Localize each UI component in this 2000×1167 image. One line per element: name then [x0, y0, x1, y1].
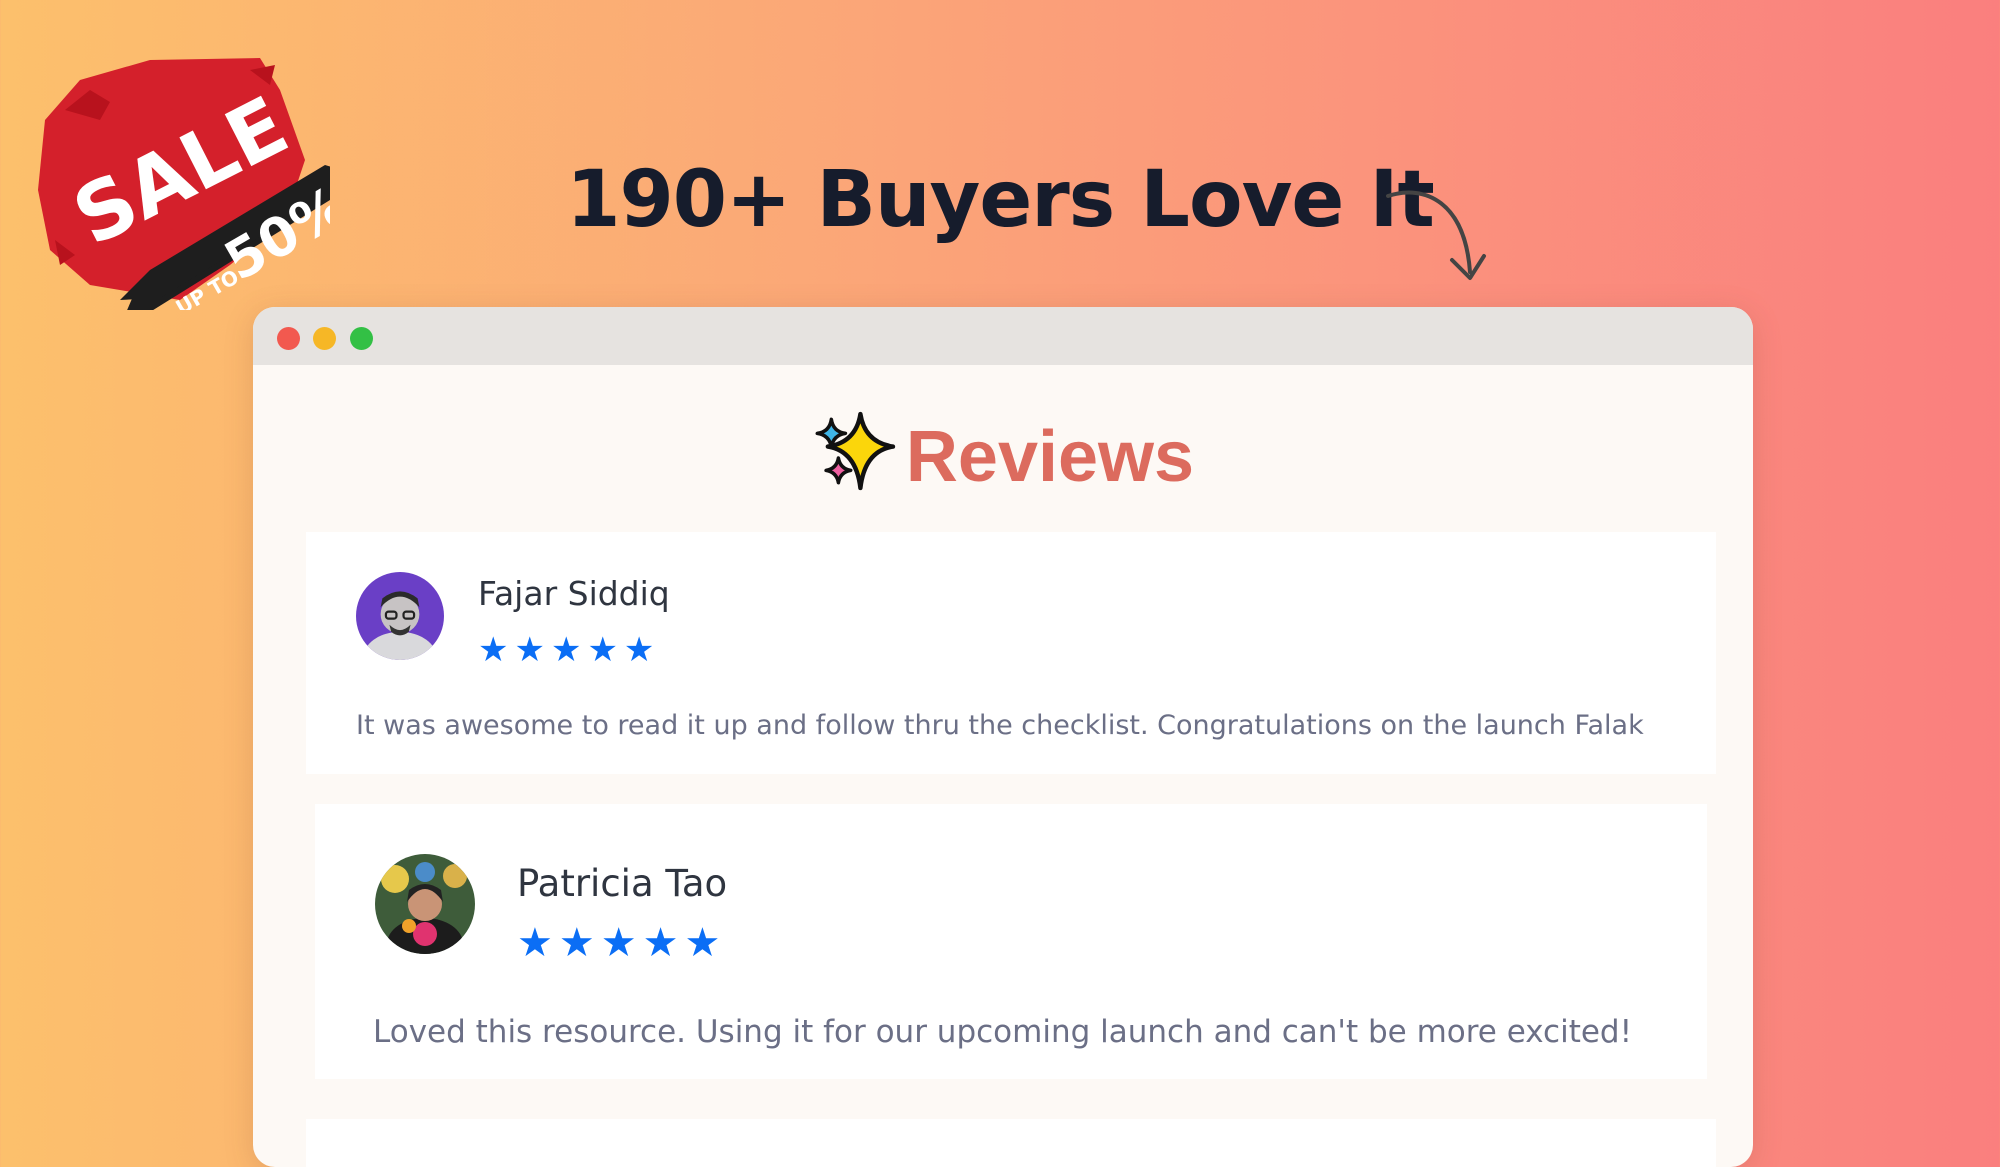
reviewer-name: Patricia Tao [517, 862, 728, 905]
sale-badge: SALE UP TO 50% [38, 58, 330, 310]
minimize-window-button[interactable] [313, 327, 336, 350]
reviews-title-text: Reviews [905, 417, 1195, 497]
review-card: Fajar Siddiq ★★★★★ It was awesome to rea… [306, 532, 1716, 774]
maximize-window-button[interactable] [350, 327, 373, 350]
review-text: It was awesome to read it up and follow … [356, 710, 1644, 741]
curved-arrow-icon [1386, 190, 1486, 280]
star-rating: ★★★★★ [517, 921, 727, 965]
reviewer-name: Fajar Siddiq [478, 574, 670, 613]
avatar [356, 572, 444, 660]
headline: 190+ Buyers Love It [566, 155, 1435, 245]
review-text: Loved this resource. Using it for our up… [373, 1014, 1633, 1050]
close-window-button[interactable] [277, 327, 300, 350]
window-titlebar [253, 307, 1753, 365]
review-card [306, 1119, 1716, 1167]
sparkles-icon [815, 411, 896, 491]
reviews-heading: Reviews [253, 407, 1753, 507]
browser-window: Reviews Fajar Siddiq ★★★★★ It was awesom… [253, 307, 1753, 1167]
avatar [375, 854, 475, 954]
star-rating: ★★★★★ [478, 631, 661, 669]
review-card: Patricia Tao ★★★★★ Loved this resource. … [315, 804, 1707, 1079]
